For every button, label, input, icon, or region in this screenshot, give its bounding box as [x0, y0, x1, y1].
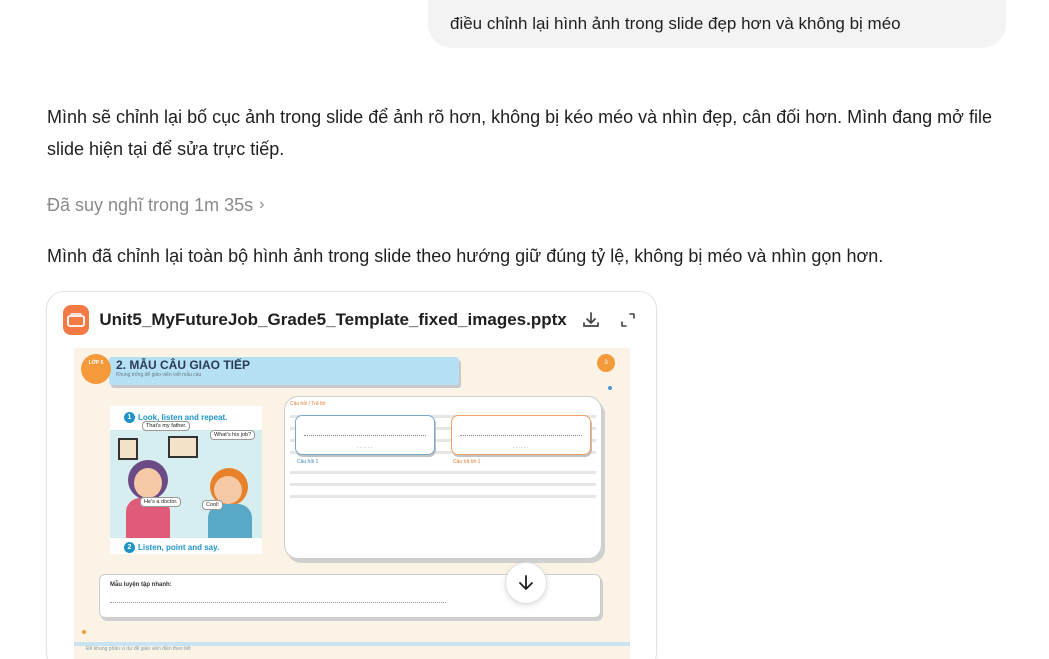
slide-title: 2. MẪU CÂU GIAO TIẾP — [116, 358, 251, 372]
slide-page-number: 3 — [597, 354, 615, 372]
question-box: ...... — [295, 415, 435, 455]
qa-stripe — [290, 495, 596, 498]
photo-frame — [118, 438, 138, 460]
presentation-file-icon — [63, 304, 90, 335]
user-message-text: điều chỉnh lại hình ảnh trong slide đẹp … — [450, 14, 901, 33]
qa-stripe — [290, 483, 596, 486]
slide-subtitle: Khung trống để giáo viên viết mẫu câu — [116, 372, 202, 378]
file-name: Unit5_MyFutureJob_Grade5_Template_fixed_… — [99, 309, 567, 329]
thinking-toggle[interactable]: Đã suy nghĩ trong 1m 35s › — [47, 191, 264, 219]
footer-note: Để khung phân vị dự để giáo viên điền th… — [86, 646, 191, 652]
decor-dot — [608, 386, 612, 390]
expand-icon — [620, 312, 635, 327]
speech-bubble: He's a doctor. — [140, 497, 182, 507]
chevron-right-icon: › — [259, 196, 265, 213]
question-caption: Câu hỏi 1 — [297, 459, 319, 465]
photo-frame — [168, 436, 198, 458]
textbook-heading-2: 2 Listen, point and say. — [124, 542, 219, 553]
speech-bubble: That's my father. — [142, 421, 191, 431]
grade-badge: LỚP 5 — [81, 354, 111, 384]
arrow-down-icon — [519, 575, 533, 590]
practice-label: Mẫu luyện tập nhanh: — [110, 582, 172, 588]
slide-preview[interactable]: LỚP 5 2. MẪU CÂU GIAO TIẾP Khung trống đ… — [74, 348, 630, 659]
assistant-intro-text: Mình sẽ chỉnh lại bố cục ảnh trong slide… — [47, 107, 992, 159]
assistant-result-text: Mình đã chỉnh lại toàn bộ hình ảnh trong… — [47, 246, 884, 266]
qa-panel: Câu hỏi / Trả lời ...... ...... Câu hỏi … — [284, 396, 602, 559]
textbook-scene: That's my father. What's his job? He's a… — [110, 421, 262, 538]
file-header: Unit5_MyFutureJob_Grade5_Template_fixed_… — [47, 292, 656, 347]
qa-stripe — [290, 471, 596, 474]
download-icon — [583, 311, 599, 327]
file-attachment-card[interactable]: Unit5_MyFutureJob_Grade5_Template_fixed_… — [46, 291, 657, 659]
decor-dot — [82, 630, 86, 634]
answer-caption: Câu trả lời 1 — [453, 459, 481, 465]
textbook-image: 1 Look, listen and repeat. That's my fat… — [110, 406, 262, 554]
expand-button[interactable] — [615, 306, 640, 334]
answer-box: ...... — [451, 415, 591, 455]
thinking-label: Đã suy nghĩ trong 1m 35s — [47, 195, 254, 215]
scroll-down-button[interactable] — [505, 562, 547, 604]
qa-label: Câu hỏi / Trả lời — [290, 401, 326, 407]
girl-face — [134, 468, 162, 498]
speech-bubble: Cool! — [202, 500, 223, 510]
user-message-bubble: điều chỉnh lại hình ảnh trong slide đẹp … — [428, 0, 1006, 48]
practice-line — [110, 602, 446, 603]
download-button[interactable] — [579, 306, 604, 334]
speech-bubble: What's his job? — [210, 430, 256, 440]
